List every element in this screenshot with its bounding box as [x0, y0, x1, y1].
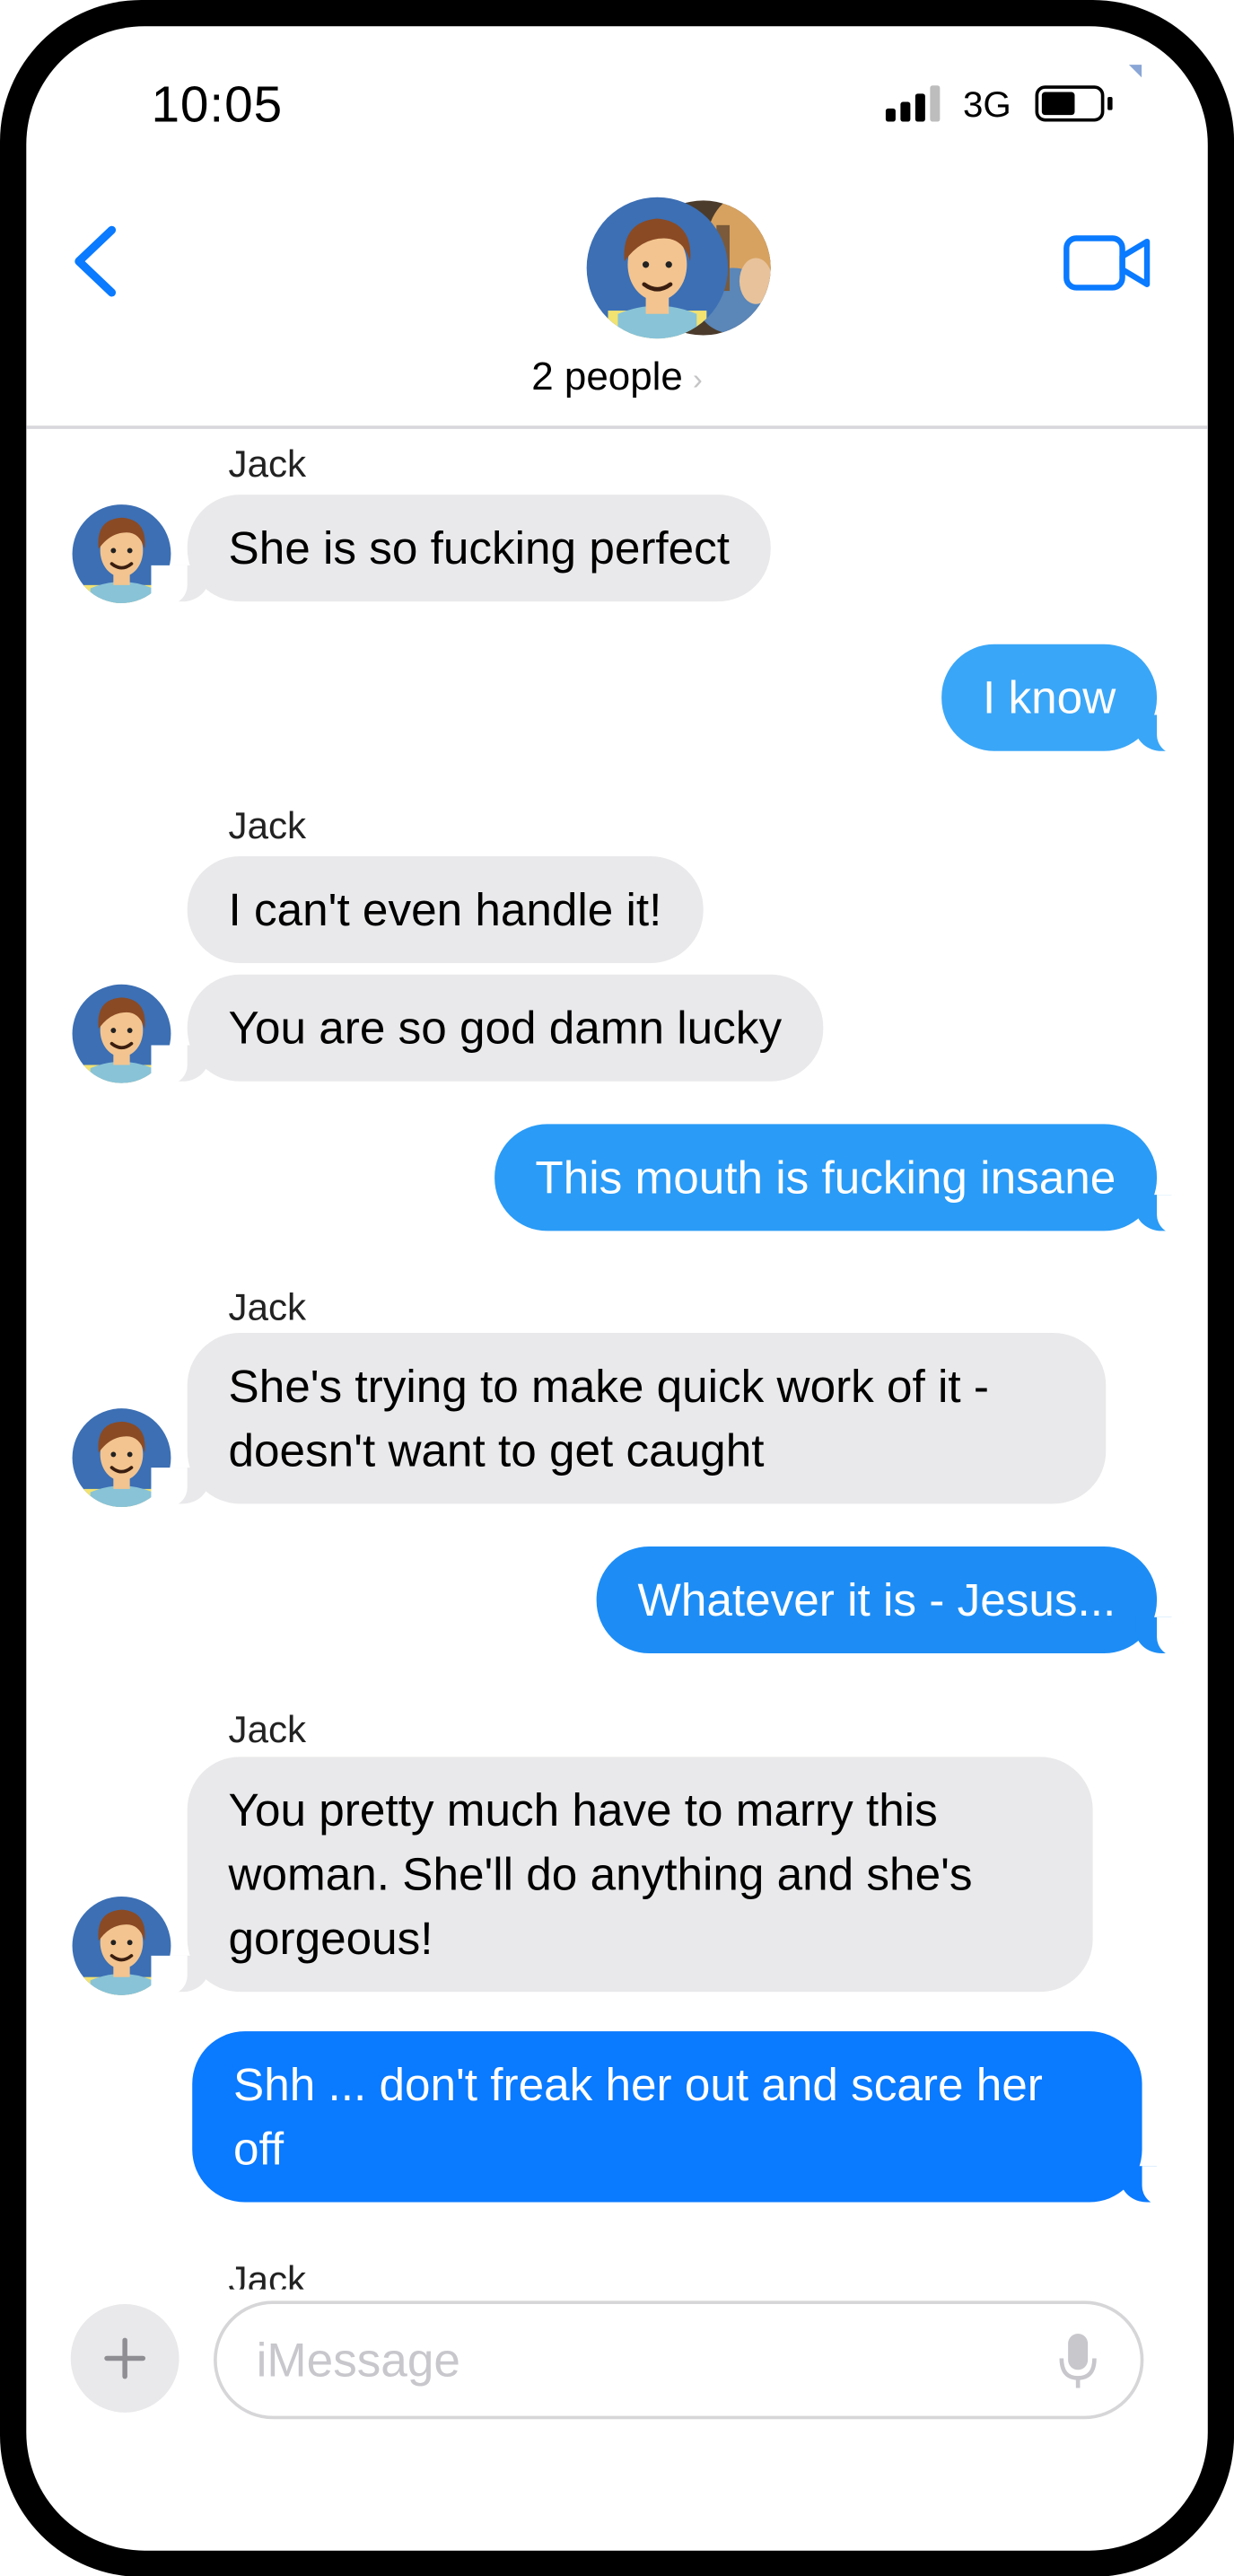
sender-name: Jack: [228, 2257, 307, 2290]
message-bubble-incoming[interactable]: I can't even handle it!: [187, 855, 704, 963]
message-text-line: doesn't want to get caught: [228, 1424, 765, 1476]
sender-name: Jack: [228, 803, 307, 846]
group-photo-icon: [586, 197, 771, 339]
message-text-line: gorgeous!: [228, 1913, 433, 1965]
message-input-placeholder: iMessage: [256, 2335, 460, 2388]
message-bubble-outgoing[interactable]: I know: [941, 644, 1194, 755]
message-text: I know: [983, 671, 1116, 723]
message-text-line: She's trying to make quick work of it -: [228, 1361, 990, 1412]
corner-mark-icon: ◥: [1128, 62, 1142, 81]
video-camera-icon: [1063, 235, 1151, 291]
message-bubble-incoming[interactable]: She's trying to make quick work of it - …: [151, 1332, 1107, 1508]
battery-icon: [1035, 85, 1115, 122]
status-time: 10:05: [151, 75, 284, 134]
message-bubble-incoming[interactable]: She is so fucking perfect: [151, 495, 771, 605]
group-details-link[interactable]: 2 people ›: [26, 355, 1207, 400]
message-bubble-outgoing[interactable]: Whatever it is - Jesus...: [596, 1546, 1194, 1657]
message-text-line: Shh ... don't freak her out and scare he…: [233, 2059, 1043, 2111]
messages-screen: 10:05 3G ◥ 2 people › Jack She is so fuc…: [26, 26, 1208, 2551]
network-type: 3G: [962, 83, 1011, 126]
plus-icon: [104, 2337, 146, 2379]
back-chevron-icon: [74, 225, 117, 297]
message-bubble-incoming[interactable]: You pretty much have to marry this woman…: [151, 1757, 1093, 1995]
group-label-text: 2 people: [531, 355, 683, 399]
sender-name: Jack: [228, 442, 307, 486]
message-text-line: You pretty much have to marry this: [228, 1784, 938, 1836]
message-text: She is so fucking perfect: [228, 522, 731, 574]
back-button[interactable]: [66, 220, 125, 302]
apps-button[interactable]: [70, 2304, 179, 2413]
message-text: This mouth is fucking insane: [535, 1152, 1116, 1204]
message-input[interactable]: iMessage: [214, 2300, 1144, 2420]
sender-name: Jack: [228, 1284, 307, 1328]
message-bubble-outgoing[interactable]: Shh ... don't freak her out and scare he…: [192, 2031, 1178, 2206]
header-divider: [26, 425, 1208, 429]
message-text-line: woman. She'll do anything and she's: [228, 1848, 973, 1900]
facetime-button[interactable]: [1062, 230, 1154, 295]
message-text: I can't even handle it!: [228, 884, 662, 935]
message-bubble-outgoing[interactable]: This mouth is fucking insane: [494, 1124, 1194, 1235]
phone: 10:05 3G ◥ 2 people › Jack She is so fuc…: [0, 0, 1234, 2576]
sender-name: Jack: [228, 1707, 307, 1751]
message-bubble-incoming[interactable]: You are so god damn lucky: [151, 974, 823, 1085]
message-text: You are so god damn lucky: [228, 1002, 783, 1054]
group-avatar[interactable]: [585, 196, 775, 344]
chevron-right-icon: ›: [692, 363, 703, 397]
message-text: Whatever it is - Jesus...: [637, 1574, 1116, 1625]
microphone-icon[interactable]: [1058, 2332, 1098, 2391]
signal-icon: [885, 85, 945, 122]
message-text-line: off: [233, 2123, 284, 2175]
